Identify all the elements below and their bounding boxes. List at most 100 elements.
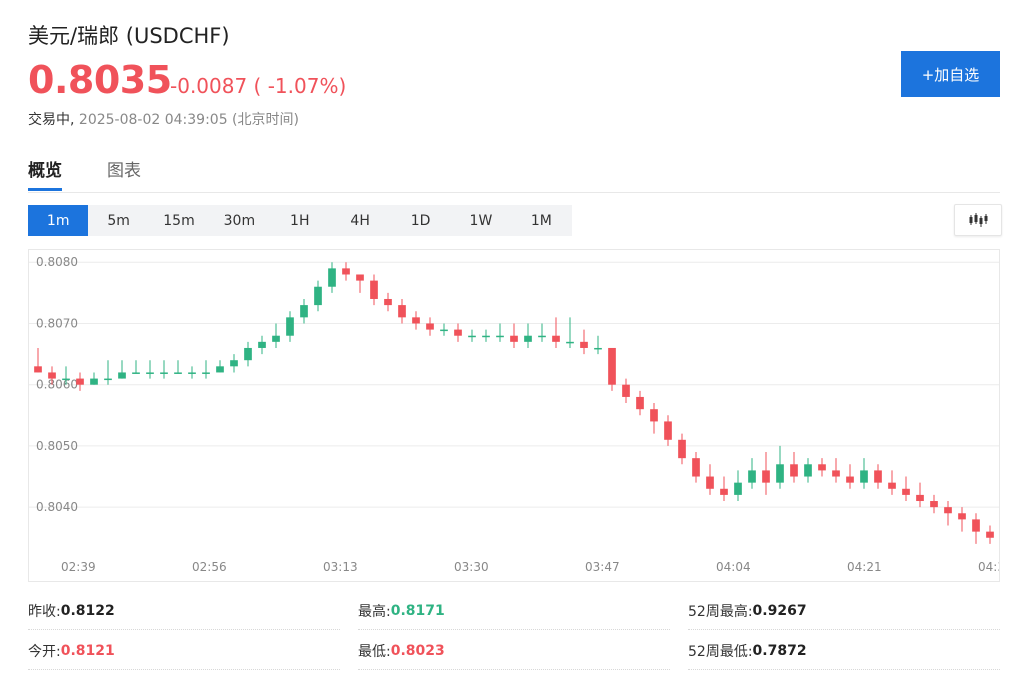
candle-body: [790, 464, 798, 477]
candle-body: [580, 341, 588, 348]
candle-body: [160, 372, 168, 374]
x-tick-label: 02:39: [61, 560, 96, 574]
period-30m[interactable]: 30m: [209, 205, 269, 236]
x-tick-label: 03:47: [585, 560, 620, 574]
candle-body: [90, 378, 98, 385]
candle-body: [146, 372, 154, 374]
candle-body: [482, 335, 490, 338]
candle-body: [762, 470, 770, 483]
candle-body: [230, 360, 238, 367]
candle-body: [188, 372, 196, 374]
x-tick-label: 02:56: [192, 560, 227, 574]
candle-body: [678, 439, 686, 459]
candle-body: [874, 470, 882, 483]
y-tick-label: 0.8080: [36, 255, 78, 269]
stat-52w-high: 52周最高: 0.9267: [688, 593, 1000, 630]
current-price: 0.8035: [28, 58, 172, 102]
candle-body: [888, 482, 896, 489]
candle-body: [342, 268, 350, 275]
add-watchlist-button[interactable]: +加自选: [901, 51, 1000, 97]
candle-body: [972, 519, 980, 532]
candle-body: [916, 494, 924, 502]
candle-body: [902, 488, 910, 495]
period-5m[interactable]: 5m: [88, 205, 148, 236]
candle-body: [118, 372, 126, 379]
period-1mo[interactable]: 1M: [511, 205, 571, 236]
candle-body: [244, 347, 252, 361]
candle-body: [860, 470, 868, 483]
y-tick-label: 0.8070: [36, 316, 78, 330]
candle-body: [734, 482, 742, 495]
candle-body: [272, 335, 280, 342]
period-1d[interactable]: 1D: [390, 205, 450, 236]
stat-label: 最低:: [358, 644, 391, 660]
period-4h[interactable]: 4H: [330, 205, 390, 236]
stat-label: 52周最低:: [688, 644, 753, 660]
candle-body: [510, 335, 518, 342]
candle-body: [356, 274, 364, 281]
chart-type-button[interactable]: [954, 204, 1002, 236]
candle-body: [818, 464, 826, 471]
candle-body: [944, 507, 952, 514]
candle-body: [930, 501, 938, 508]
candlestick-icon: [969, 213, 988, 227]
status-label: 交易中,: [28, 112, 75, 128]
candle-body: [608, 347, 616, 385]
candle-body: [174, 372, 182, 374]
candle-body: [328, 268, 336, 287]
candle-body: [34, 366, 42, 373]
candle-body: [664, 421, 672, 440]
candle-body: [832, 470, 840, 477]
stat-low: 最低: 0.8023: [358, 633, 670, 670]
stat-value: 0.9267: [752, 603, 807, 619]
stat-high: 最高: 0.8171: [358, 593, 670, 630]
stat-value: 0.8171: [390, 603, 445, 619]
page-title: 美元/瑞郎 (USDCHF): [28, 24, 230, 48]
candle-body: [286, 317, 294, 336]
candle-body: [412, 317, 420, 324]
stat-52w-low: 52周最低: 0.7872: [688, 633, 1000, 670]
stat-open: 今开: 0.8121: [28, 633, 340, 670]
candle-body: [776, 464, 784, 483]
stat-value: 0.8023: [390, 643, 445, 659]
stat-label: 今开:: [28, 644, 61, 660]
candle-body: [258, 341, 266, 348]
tab-bar: 概览 图表: [28, 152, 1000, 193]
candlestick-chart: 0.8080 0.8070 0.8060 0.8050 0.8040 02:39 02:56…: [29, 255, 1005, 574]
candle-body: [566, 341, 574, 344]
candle-body: [384, 298, 392, 306]
price-chart[interactable]: 0.8080 0.8070 0.8060 0.8050 0.8040 02:39 02:56…: [28, 249, 1005, 582]
candle-body: [720, 488, 728, 495]
candle-body: [748, 470, 756, 483]
period-1h[interactable]: 1H: [270, 205, 330, 236]
x-tick-label: 04:04: [716, 560, 751, 574]
tab-overview[interactable]: 概览: [28, 156, 62, 191]
period-1m[interactable]: 1m: [28, 205, 89, 236]
y-tick-label: 0.8060: [36, 378, 78, 392]
y-tick-label: 0.8040: [36, 500, 78, 514]
candle-body: [692, 458, 700, 477]
stat-value: 0.8121: [60, 643, 115, 659]
candle-body: [300, 305, 308, 318]
x-tick-label: 04:21: [847, 560, 882, 574]
period-1w[interactable]: 1W: [451, 205, 511, 236]
tab-chart[interactable]: 图表: [107, 156, 141, 189]
period-15m[interactable]: 15m: [149, 205, 209, 236]
candle-body: [846, 476, 854, 483]
candle-body: [650, 409, 658, 422]
candle-body: [370, 280, 378, 299]
candle-body: [216, 366, 224, 373]
price-change: -0.0087 ( -1.07%): [170, 74, 347, 98]
period-selector: 1m 5m 15m 30m 1H 4H 1D 1W 1M: [28, 205, 572, 236]
stat-label: 昨收:: [28, 604, 61, 620]
candle-body: [76, 378, 84, 385]
x-tick-label: 03:13: [323, 560, 358, 574]
candle-body: [636, 396, 644, 410]
candle-body: [202, 372, 210, 374]
candle-body: [48, 372, 56, 379]
candle-body: [104, 378, 112, 381]
candle-body: [398, 305, 406, 318]
candle-body: [986, 531, 994, 538]
timestamp: 2025-08-02 04:39:05 (北京时间): [78, 112, 299, 128]
stat-value: 0.7872: [752, 643, 807, 659]
